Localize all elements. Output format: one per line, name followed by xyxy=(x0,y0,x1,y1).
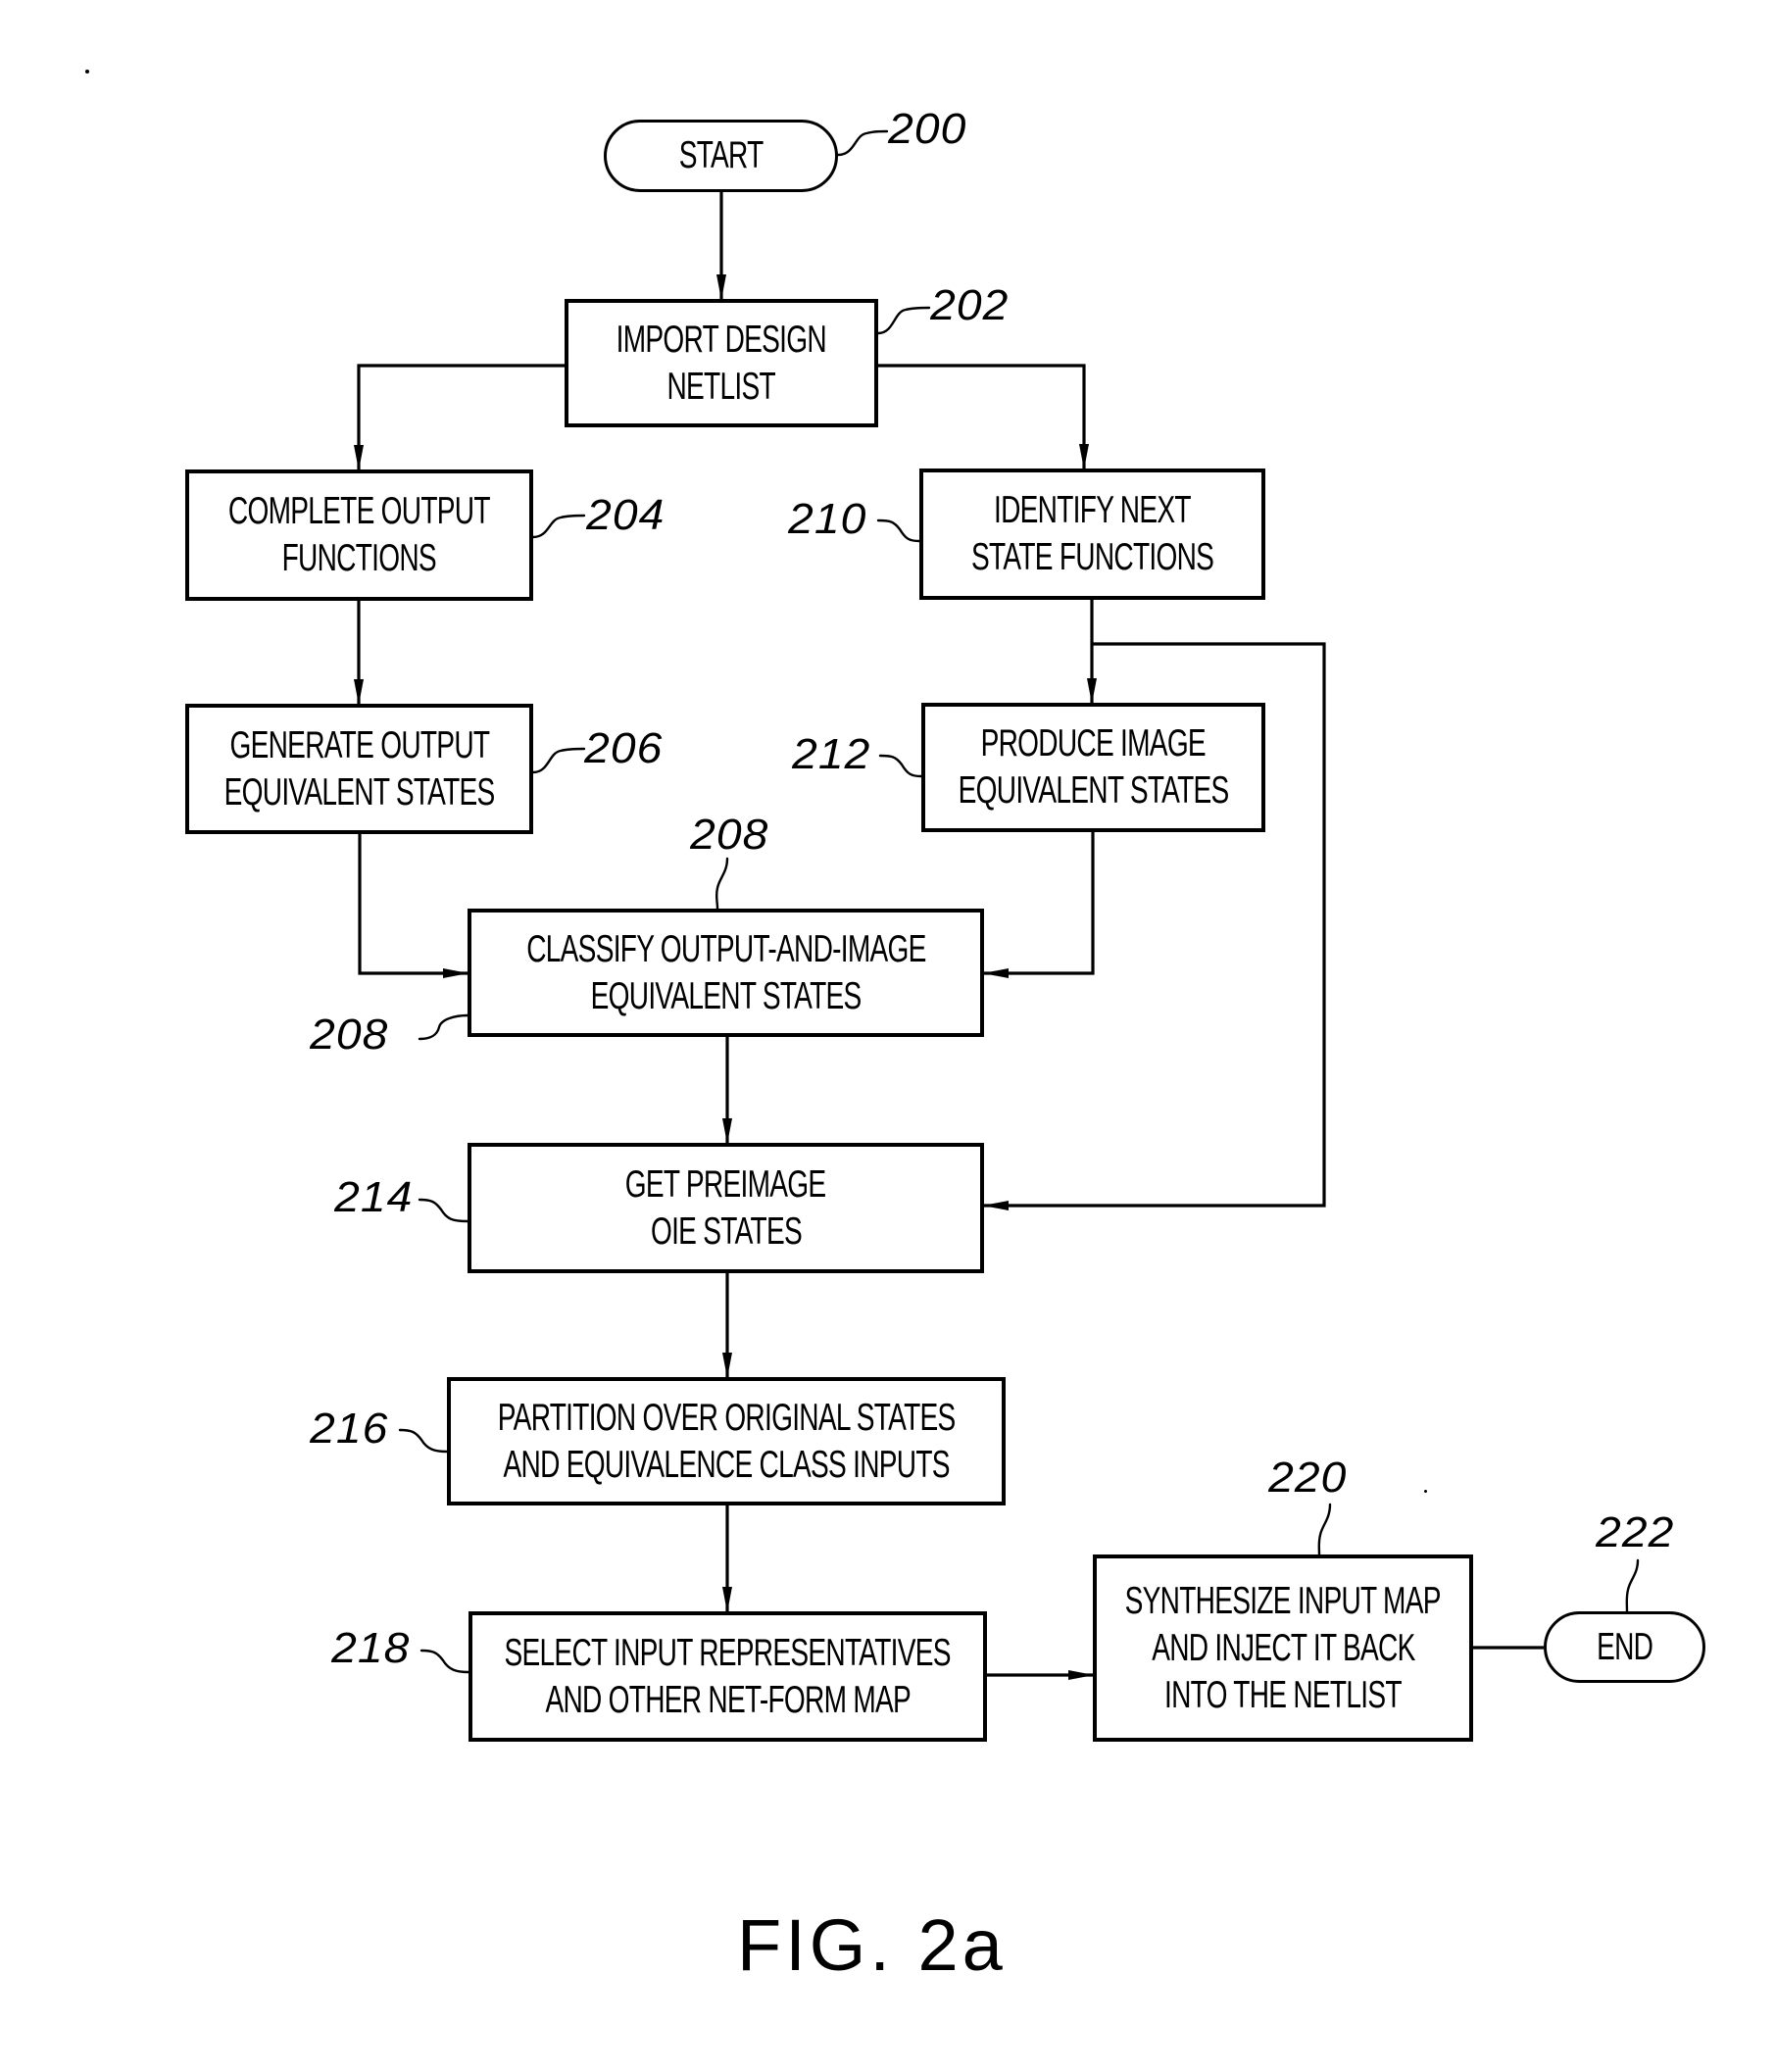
partition-over-original-states-step[interactable]: PARTITION OVER ORIGINAL STATES AND EQUIV… xyxy=(447,1377,1006,1505)
leader-200 xyxy=(836,129,889,157)
step-204-line-2: FUNCTIONS xyxy=(281,537,437,579)
edge-206-208 xyxy=(358,834,468,978)
ref-202: 202 xyxy=(930,281,1010,329)
ref-218: 218 xyxy=(331,1624,411,1672)
ref-222: 222 xyxy=(1596,1508,1675,1556)
synthesize-input-map-step[interactable]: SYNTHESIZE INPUT MAP AND INJECT IT BACK … xyxy=(1093,1554,1473,1742)
leader-214 xyxy=(418,1198,469,1223)
step-216-line-2: AND EQUIVALENCE CLASS INPUTS xyxy=(503,1443,950,1486)
leader-216 xyxy=(398,1428,449,1454)
edge-202-204 xyxy=(354,364,565,470)
step-214-line-1: GET PREIMAGE xyxy=(625,1162,826,1206)
ref-200: 200 xyxy=(888,105,967,153)
start-label: START xyxy=(678,134,764,176)
identify-next-state-functions-step[interactable]: IDENTIFY NEXT STATE FUNCTIONS xyxy=(919,469,1265,600)
step-208-line-2: EQUIVALENT STATES xyxy=(590,974,863,1017)
step-202-line-2: NETLIST xyxy=(666,365,776,408)
produce-image-equivalent-states-step[interactable]: PRODUCE IMAGE EQUIVALENT STATES xyxy=(921,703,1265,832)
step-210-line-2: STATE FUNCTIONS xyxy=(970,536,1214,578)
ref-212: 212 xyxy=(792,730,871,778)
ref-208-left: 208 xyxy=(310,1011,389,1059)
figure-caption: FIG. 2a xyxy=(737,1904,1007,1986)
leader-206 xyxy=(531,747,586,774)
ref-214: 214 xyxy=(334,1173,414,1221)
edge-202-210 xyxy=(878,364,1089,469)
get-preimage-oie-states-step[interactable]: GET PREIMAGE OIE STATES xyxy=(468,1143,984,1273)
step-214-line-2: OIE STATES xyxy=(650,1209,802,1253)
step-210-line-1: IDENTIFY NEXT xyxy=(994,489,1191,531)
step-208-line-1: CLASSIFY OUTPUT-AND-IMAGE xyxy=(525,927,926,970)
step-212-line-2: EQUIVALENT STATES xyxy=(958,769,1230,812)
edge-212-208 xyxy=(983,832,1095,978)
complete-output-functions-step[interactable]: COMPLETE OUTPUT FUNCTIONS xyxy=(185,469,533,601)
start-terminal[interactable]: START xyxy=(604,120,838,192)
leader-212 xyxy=(878,754,923,778)
ref-206: 206 xyxy=(584,724,664,772)
step-204-line-1: COMPLETE OUTPUT xyxy=(228,490,491,532)
step-212-line-1: PRODUCE IMAGE xyxy=(980,722,1207,765)
step-218-line-2: AND OTHER NET-FORM MAP xyxy=(545,1678,911,1721)
step-202-line-1: IMPORT DESIGN xyxy=(616,318,827,361)
ref-216: 216 xyxy=(310,1405,389,1453)
step-206-line-1: GENERATE OUTPUT xyxy=(229,723,490,766)
leader-202 xyxy=(876,306,931,335)
step-220-line-3: INTO THE NETLIST xyxy=(1164,1673,1402,1716)
ref-204: 204 xyxy=(586,491,666,539)
step-216-line-1: PARTITION OVER ORIGINAL STATES xyxy=(497,1396,956,1439)
ref-208-top: 208 xyxy=(690,811,769,859)
select-input-representatives-step[interactable]: SELECT INPUT REPRESENTATIVES AND OTHER N… xyxy=(468,1611,987,1742)
classify-output-and-image-equivalent-states-step[interactable]: CLASSIFY OUTPUT-AND-IMAGE EQUIVALENT STA… xyxy=(468,909,984,1037)
leader-208-left xyxy=(418,1013,469,1041)
step-218-line-1: SELECT INPUT REPRESENTATIVES xyxy=(504,1631,952,1674)
step-220-line-1: SYNTHESIZE INPUT MAP xyxy=(1124,1579,1442,1622)
leader-220 xyxy=(1317,1503,1332,1556)
end-terminal[interactable]: END xyxy=(1544,1611,1705,1683)
leader-204 xyxy=(531,514,586,539)
leader-222 xyxy=(1625,1558,1640,1613)
step-220-line-2: AND INJECT IT BACK xyxy=(1151,1626,1415,1669)
step-206-line-2: EQUIVALENT STATES xyxy=(223,770,496,814)
scan-speck xyxy=(85,70,89,74)
end-label: END xyxy=(1596,1625,1653,1668)
ref-210: 210 xyxy=(788,495,867,543)
leader-208-top xyxy=(715,857,729,911)
flowchart-canvas: START 200 IMPORT DESIGN NETLIST 202 COMP… xyxy=(0,0,1775,2072)
leader-218 xyxy=(419,1649,470,1674)
leader-210 xyxy=(876,518,921,543)
generate-output-equivalent-states-step[interactable]: GENERATE OUTPUT EQUIVALENT STATES xyxy=(185,704,533,834)
import-design-netlist-step[interactable]: IMPORT DESIGN NETLIST xyxy=(565,299,878,427)
scan-speck xyxy=(1424,1490,1427,1493)
ref-220: 220 xyxy=(1268,1454,1348,1502)
